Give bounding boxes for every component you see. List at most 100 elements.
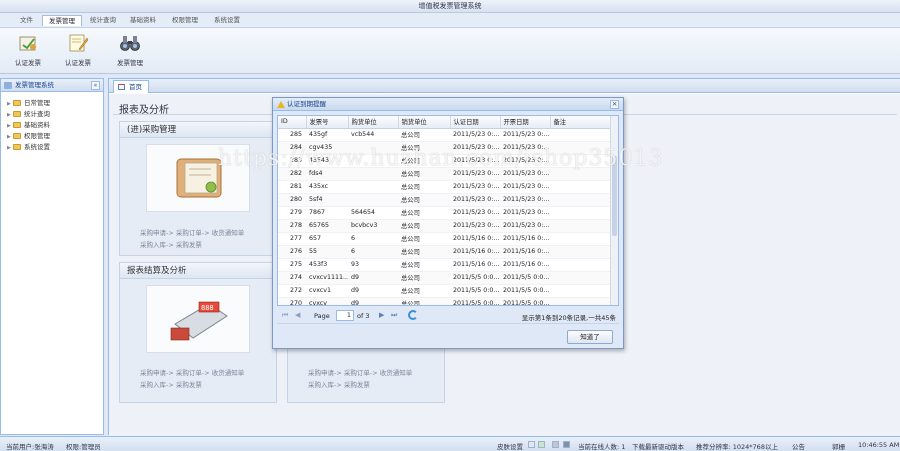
table-row[interactable]: 280 5sf4 总公司 2011/5/23 0:... 2011/5/23 0:...	[278, 193, 612, 207]
folder-icon	[13, 122, 21, 128]
table-row[interactable]: 275 453f3 93 总公司 2011/5/16 0:... 2011/5/16 0:…	[278, 258, 612, 272]
cell-remark	[550, 167, 612, 181]
table-row[interactable]: 278 65765 bcvbcv3 总公司 2011/5/23 0:... 2011/5/…	[278, 219, 612, 233]
column-header-invoice-no[interactable]: 发票号	[306, 116, 349, 129]
sidebar-item-daily[interactable]: ▶ 日常管理	[1, 98, 103, 109]
cell-issue-date: 2011/5/5 0:0...	[500, 297, 550, 305]
table-row[interactable]: 283 43543 总公司 2011/5/23 0:... 2011/5/23 0:..…	[278, 154, 612, 168]
table-row[interactable]: 284 cgv435 总公司 2011/5/23 0:... 2011/5/23 0:.…	[278, 141, 612, 155]
table-row[interactable]: 270 cvxcv d9 总公司 2011/5/5 0:0... 2011/5/5 0:0…	[278, 297, 612, 305]
cell-buyer: d9	[348, 297, 398, 305]
cell-invoice-no: fds4	[306, 167, 348, 181]
table-row[interactable]: 279 7867 564654 总公司 2011/5/23 0:... 2011/5/23…	[278, 206, 612, 220]
cell-id: 279	[278, 206, 306, 220]
status-bar: 当前用户:张海涛 权限:管理员 皮肤设置 当前在线人数: 1 下载最新驱动版本 …	[0, 436, 900, 451]
tab-home[interactable]: 首页	[113, 80, 149, 93]
cell-invoice-no: 435gf	[306, 128, 348, 142]
table-row[interactable]: 272 cvxcv1 d9 总公司 2011/5/5 0:0... 2011/5/5 0:…	[278, 284, 612, 298]
panel-icon	[4, 82, 12, 89]
table-row[interactable]: 276 55 6 总公司 2011/5/16 0:... 2011/5/16 0:...	[278, 245, 612, 259]
toolbar-certify-invoice-button[interactable]: 认证发票	[8, 33, 48, 71]
table-row[interactable]: 281 435xc 总公司 2011/5/23 0:... 2011/5/23 0:..…	[278, 180, 612, 194]
cell-remark	[550, 245, 612, 259]
toolbar-label: 认证发票	[65, 59, 91, 67]
cell-buyer	[348, 154, 398, 168]
folder-icon	[13, 133, 21, 139]
skin-swatch-green[interactable]	[538, 441, 545, 448]
page-number-input[interactable]: 1	[336, 310, 354, 321]
sidebar-item-label: 日常管理	[24, 99, 50, 107]
skin-swatch-gray[interactable]	[552, 441, 559, 448]
workflow-link[interactable]: 采购申请-> 采购订单-> 收货通知单	[140, 367, 244, 379]
next-page-icon[interactable]: ▶	[379, 311, 384, 319]
cell-invoice-no: 657	[306, 232, 348, 246]
workflow-link[interactable]: 采购申请-> 采购订单-> 收货通知单	[140, 227, 244, 239]
cell-certify-date: 2011/5/23 0:...	[450, 128, 500, 142]
expiry-reminder-dialog: 认证到期提醒 × ID 发票号 购货单位 销货单位 认证日期 开票日期 备注 2…	[272, 97, 624, 349]
column-header-issue-date[interactable]: 开票日期	[500, 116, 551, 129]
sidebar-item-base-data[interactable]: ▶ 基础资料	[1, 120, 103, 131]
cell-id: 285	[278, 128, 306, 142]
calculator-icon: 888	[170, 301, 228, 341]
cell-certify-date: 2011/5/23 0:...	[450, 206, 500, 220]
sidebar-item-statistics[interactable]: ▶ 统计查询	[1, 109, 103, 120]
cell-remark	[550, 154, 612, 168]
binoculars-icon	[120, 36, 140, 51]
menu-statistics[interactable]: 统计查询	[84, 15, 122, 26]
cell-seller: 总公司	[398, 154, 450, 168]
table-row[interactable]: 285 435gf vcb544 总公司 2011/5/23 0:... 2011/5/2…	[278, 128, 612, 142]
card-title: 报表结算及分析	[120, 263, 276, 279]
scrollbar-thumb[interactable]	[612, 156, 617, 236]
collapse-icon[interactable]: «	[91, 81, 100, 90]
svg-text:888: 888	[201, 304, 214, 312]
notice-link[interactable]: 公告	[792, 441, 805, 451]
column-header-seller[interactable]: 销货单位	[398, 116, 451, 129]
card-report-analysis: 报表结算及分析 888 采购申请-> 采购订单-> 收货通知单 采购入库-> 采…	[119, 262, 277, 403]
skin-swatch-blue[interactable]	[528, 441, 535, 448]
toolbar-edit-invoice-button[interactable]: 认证发票	[58, 33, 98, 71]
table-header-row: ID 发票号 购货单位 销货单位 认证日期 开票日期 备注	[278, 116, 613, 129]
table-row[interactable]: 282 fds4 总公司 2011/5/23 0:... 2011/5/23 0:...	[278, 167, 612, 181]
toolbar-invoice-management-button[interactable]: 发票管理	[110, 33, 150, 71]
table-body: 285 435gf vcb544 总公司 2011/5/23 0:... 2011/5/2…	[278, 128, 612, 305]
menu-file[interactable]: 文件	[14, 15, 39, 26]
column-header-buyer[interactable]: 购货单位	[348, 116, 399, 129]
cell-invoice-no: 55	[306, 245, 348, 259]
menu-permissions[interactable]: 权限管理	[166, 15, 204, 26]
column-header-remark[interactable]: 备注	[550, 116, 613, 129]
cell-certify-date: 2011/5/23 0:...	[450, 180, 500, 194]
workflow-link[interactable]: 采购入库-> 采购发票	[140, 379, 244, 391]
sidebar-item-permissions[interactable]: ▶ 权限管理	[1, 131, 103, 142]
cell-buyer: 6	[348, 245, 398, 259]
workflow-link[interactable]: 采购入库-> 采购发票	[140, 239, 244, 251]
page-count-label: of 3	[357, 312, 370, 320]
cell-id: 272	[278, 284, 306, 298]
toolbar-label: 发票管理	[117, 59, 143, 67]
workflow-link[interactable]: 采购申请-> 采购订单-> 收货通知单	[308, 367, 412, 379]
refresh-icon[interactable]	[408, 310, 418, 320]
acknowledge-button[interactable]: 知道了	[567, 330, 613, 344]
sidebar-item-system[interactable]: ▶ 系统设置	[1, 142, 103, 153]
column-header-id[interactable]: ID	[278, 116, 307, 129]
menu-invoice-management[interactable]: 发票管理	[42, 15, 82, 26]
table-row[interactable]: 277 657 6 总公司 2011/5/16 0:... 2011/5/16 0:...	[278, 232, 612, 246]
download-driver-link[interactable]: 下载最新驱动版本	[632, 441, 684, 451]
skin-settings-link[interactable]: 皮肤设置	[497, 441, 523, 451]
first-page-icon[interactable]: ⏮	[282, 311, 288, 320]
prev-page-icon[interactable]: ◀	[295, 311, 300, 319]
sidebar-item-label: 权限管理	[24, 132, 50, 140]
vertical-scrollbar[interactable]	[610, 116, 618, 305]
skin-swatch-dark[interactable]	[563, 441, 570, 448]
cell-invoice-no: cgv435	[306, 141, 348, 155]
table-row[interactable]: 274 cvxcv1111... d9 总公司 2011/5/5 0:0... 2011/…	[278, 271, 612, 285]
menu-base-data[interactable]: 基础资料	[124, 15, 162, 26]
workflow-link[interactable]: 采购入库-> 采购发票	[308, 379, 412, 391]
column-header-certify-date[interactable]: 认证日期	[450, 116, 501, 129]
close-icon[interactable]: ×	[610, 100, 619, 109]
cell-certify-date: 2011/5/23 0:...	[450, 141, 500, 155]
menu-system-settings[interactable]: 系统设置	[208, 15, 246, 26]
cell-buyer	[348, 141, 398, 155]
cell-id: 274	[278, 271, 306, 285]
last-page-icon[interactable]: ⏭	[391, 311, 397, 320]
cell-buyer	[348, 180, 398, 194]
